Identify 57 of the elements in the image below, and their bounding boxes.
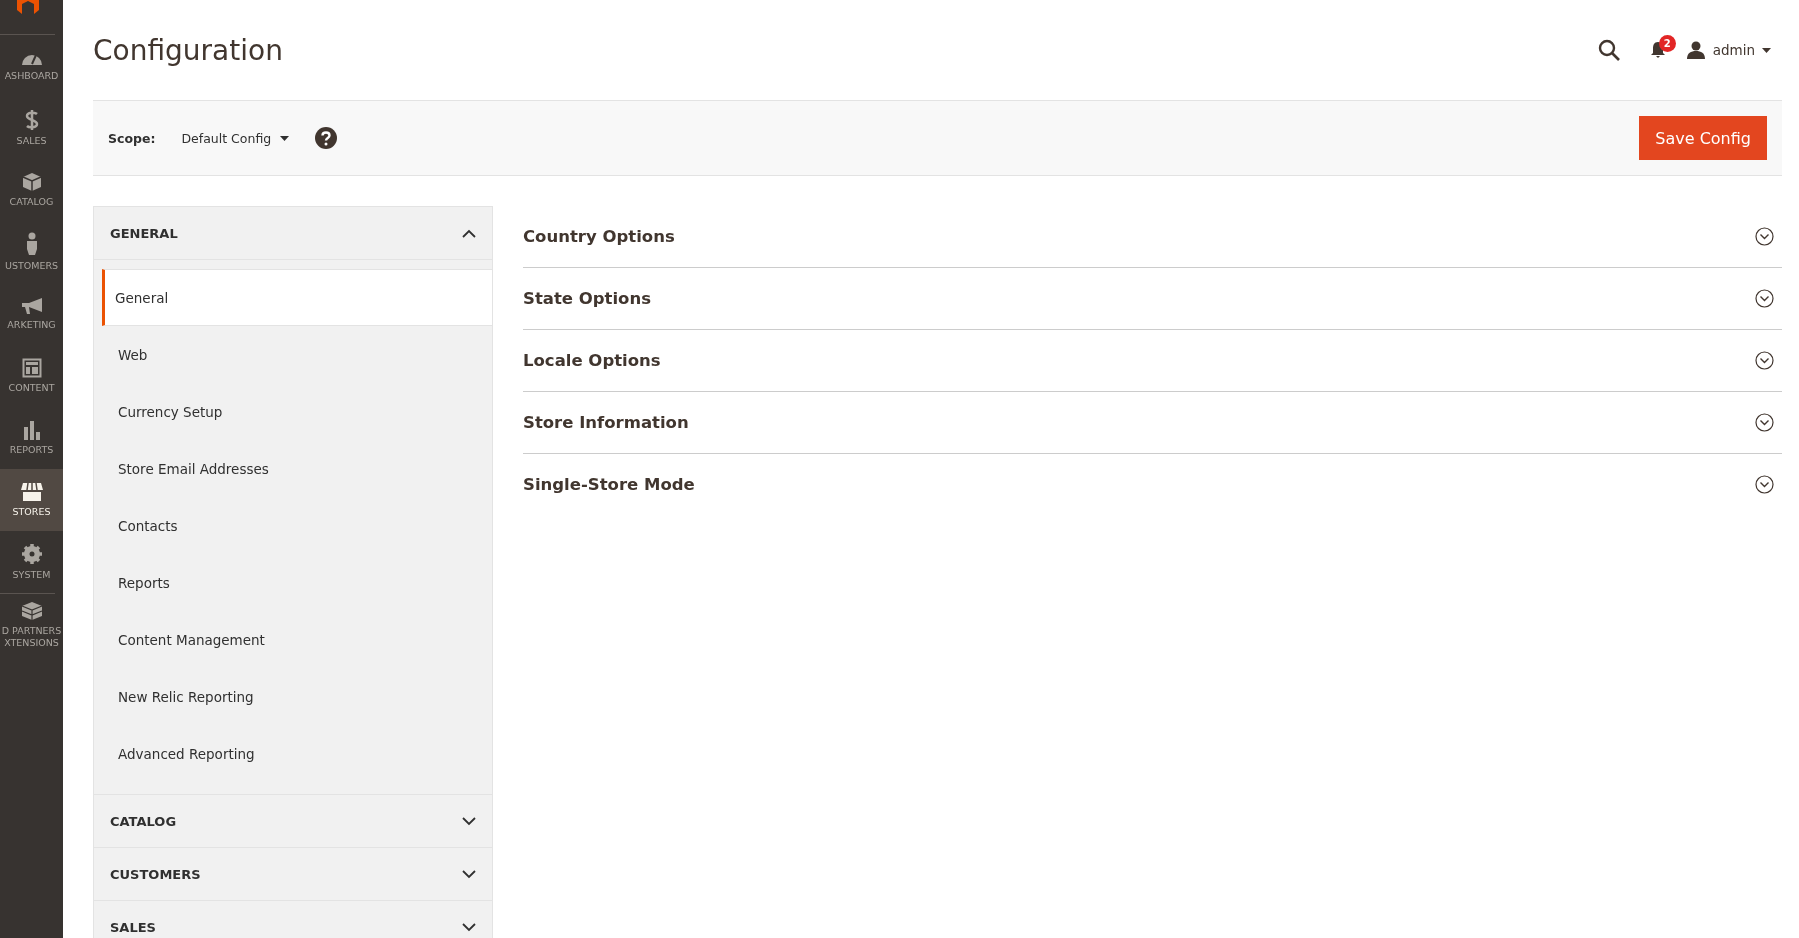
help-icon[interactable] xyxy=(315,127,338,149)
storefront-icon xyxy=(19,482,44,503)
section-header[interactable]: State Options xyxy=(523,268,1782,330)
save-config-button[interactable]: Save Config xyxy=(1639,116,1767,160)
menu-item[interactable]: SALES xyxy=(0,97,63,159)
chevron-up-icon xyxy=(462,228,476,238)
layout-icon xyxy=(21,358,42,379)
user-menu[interactable]: admin xyxy=(1685,41,1771,59)
tab-item[interactable]: Web xyxy=(102,326,492,383)
chevron-down-icon xyxy=(462,816,476,826)
tab-item[interactable]: Store Email Addresses xyxy=(102,440,492,497)
menu-item[interactable]: ARKETING xyxy=(0,283,63,345)
tab-item[interactable]: Advanced Reporting xyxy=(102,725,492,782)
tab-item[interactable]: Content Management xyxy=(102,611,492,668)
menu-item[interactable]: REPORTS xyxy=(0,407,63,469)
menu-item[interactable]: CATALOG xyxy=(0,159,63,221)
circled-chevron-down-icon xyxy=(1755,351,1774,370)
circled-chevron-down-icon xyxy=(1755,289,1774,308)
box-icon xyxy=(21,172,42,193)
menu-item[interactable]: STORES xyxy=(0,469,63,531)
tab-item[interactable]: General xyxy=(102,269,492,326)
chevron-down-icon xyxy=(462,922,476,932)
person-icon xyxy=(24,232,39,257)
section-header[interactable]: Store Information xyxy=(523,392,1782,454)
tab-group-header[interactable]: CUSTOMERS xyxy=(94,848,492,900)
tab-item[interactable]: Reports xyxy=(102,554,492,611)
user-icon xyxy=(1685,41,1706,59)
tab-group-header[interactable]: GENERAL xyxy=(94,207,492,260)
logo-icon[interactable] xyxy=(14,0,41,14)
tab-group-header[interactable]: CATALOG xyxy=(94,795,492,847)
section-header[interactable]: Single-Store Mode xyxy=(523,454,1782,515)
megaphone-icon xyxy=(20,297,43,316)
menu-item[interactable]: USTOMERS xyxy=(0,221,63,283)
blocks-icon xyxy=(20,601,43,622)
circled-chevron-down-icon xyxy=(1755,227,1774,246)
tab-group-header[interactable]: SALES xyxy=(94,901,492,938)
tab-item[interactable]: Contacts xyxy=(102,497,492,554)
menu-item[interactable]: D PARTNERS XTENSIONS xyxy=(0,594,63,656)
gear-icon xyxy=(20,543,43,566)
caret-icon xyxy=(280,135,290,141)
menu-item[interactable]: SYSTEM xyxy=(0,531,63,593)
section-header[interactable]: Locale Options xyxy=(523,330,1782,392)
menu-item[interactable]: CONTENT xyxy=(0,345,63,407)
search-icon[interactable] xyxy=(1597,39,1620,61)
menu-item[interactable]: ASHBOARD xyxy=(0,35,63,97)
caret-icon xyxy=(1762,47,1771,53)
scope-label: Scope: xyxy=(108,130,156,146)
chevron-down-icon xyxy=(462,869,476,879)
circled-chevron-down-icon xyxy=(1755,413,1774,432)
scope-dropdown[interactable]: Default Config xyxy=(181,130,290,146)
tab-item[interactable]: Currency Setup xyxy=(102,383,492,440)
section-header[interactable]: Country Options xyxy=(523,206,1782,268)
circled-chevron-down-icon xyxy=(1755,475,1774,494)
tab-item[interactable]: New Relic Reporting xyxy=(102,668,492,725)
dollar-icon xyxy=(24,109,39,132)
bar-chart-icon xyxy=(21,420,42,441)
page-title: Configuration xyxy=(93,33,284,67)
